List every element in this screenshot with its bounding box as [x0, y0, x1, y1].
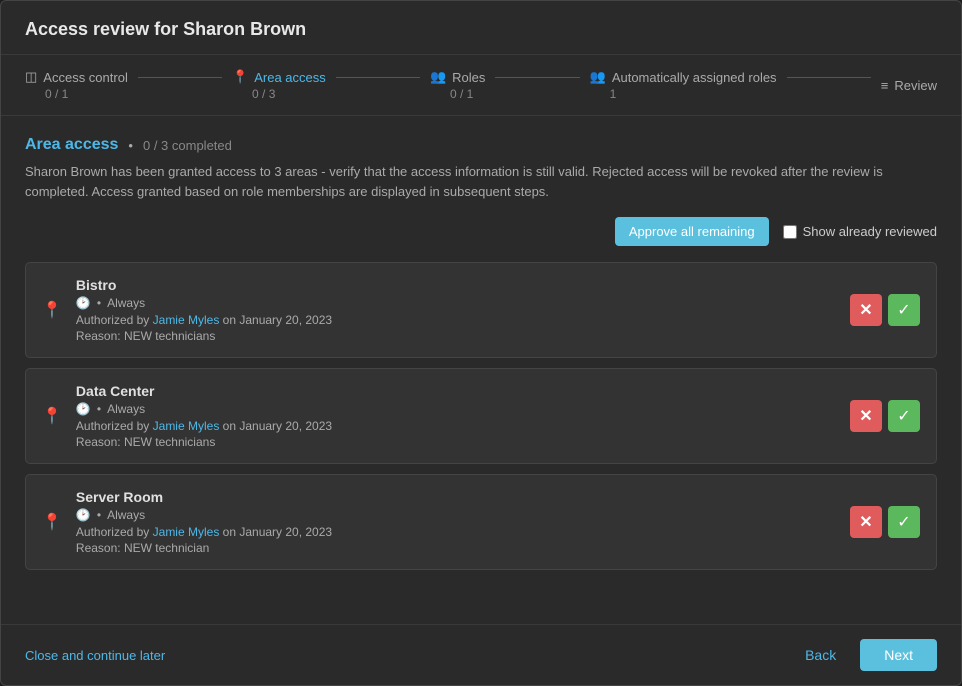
step-access-control-label: Access control — [43, 70, 128, 85]
access-item-bistro: 📍 Bistro 🕑 • Always Authorized by Jamie … — [25, 262, 937, 358]
access-item-auth-datacenter: Authorized by Jamie Myles on January 20,… — [76, 419, 836, 433]
auto-roles-icon: 👥 — [590, 69, 606, 85]
location-icon-datacenter: 📍 — [42, 406, 62, 426]
stepper: ◫ Access control 0 / 1 📍 Area access 0 /… — [1, 55, 961, 116]
area-access-icon: 📍 — [232, 69, 248, 85]
separator-dot: • — [128, 138, 133, 153]
section-title-row: Area access • 0 / 3 completed — [25, 136, 937, 154]
access-item-serverroom: 📍 Server Room 🕑 • Always Authorized by J… — [25, 474, 937, 570]
separator: • — [97, 508, 101, 522]
access-item-body-serverroom: Server Room 🕑 • Always Authorized by Jam… — [76, 489, 836, 555]
authorized-on-bistro: January 20, 2023 — [239, 313, 332, 327]
step-access-control-counter: 0 / 1 — [45, 87, 68, 101]
access-item-name-bistro: Bistro — [76, 277, 836, 293]
location-icon-serverroom: 📍 — [42, 512, 62, 532]
step-review[interactable]: ≡ Review — [881, 78, 937, 93]
step-line-3 — [495, 77, 579, 78]
step-area-access-label: Area access — [254, 70, 326, 85]
approve-button-bistro[interactable]: ✓ — [888, 294, 920, 326]
modal-title: Access review for Sharon Brown — [25, 19, 937, 40]
modal: Access review for Sharon Brown ◫ Access … — [0, 0, 962, 686]
show-reviewed-checkbox[interactable] — [783, 225, 797, 239]
location-icon-bistro: 📍 — [42, 300, 62, 320]
authorized-on-datacenter: January 20, 2023 — [239, 419, 332, 433]
approve-button-serverroom[interactable]: ✓ — [888, 506, 920, 538]
access-item-meta-bistro: 🕑 • Always — [76, 296, 836, 310]
review-icon: ≡ — [881, 78, 889, 93]
step-area-access[interactable]: 📍 Area access 0 / 3 — [232, 69, 326, 101]
roles-icon: 👥 — [430, 69, 446, 85]
clock-icon-bistro: 🕑 — [76, 296, 91, 310]
approve-remaining-button[interactable]: Approve all remaining — [615, 217, 769, 246]
modal-footer: Close and continue later Back Next — [1, 624, 961, 685]
reject-button-datacenter[interactable]: ✕ — [850, 400, 882, 432]
access-item-meta-serverroom: 🕑 • Always — [76, 508, 836, 522]
access-item-body-bistro: Bistro 🕑 • Always Authorized by Jamie My… — [76, 277, 836, 343]
access-item-auth-serverroom: Authorized by Jamie Myles on January 20,… — [76, 525, 836, 539]
separator: • — [97, 296, 101, 310]
step-area-access-counter: 0 / 3 — [252, 87, 275, 101]
step-review-label: Review — [894, 78, 937, 93]
approve-button-datacenter[interactable]: ✓ — [888, 400, 920, 432]
step-roles-counter: 0 / 1 — [450, 87, 473, 101]
access-item-body-datacenter: Data Center 🕑 • Always Authorized by Jam… — [76, 383, 836, 449]
access-item-reason-datacenter: Reason: NEW technicians — [76, 435, 836, 449]
controls-row: Approve all remaining Show already revie… — [25, 217, 937, 246]
step-roles[interactable]: 👥 Roles 0 / 1 — [430, 69, 485, 101]
always-text-datacenter: Always — [107, 402, 145, 416]
reject-button-serverroom[interactable]: ✕ — [850, 506, 882, 538]
back-button[interactable]: Back — [791, 639, 850, 671]
step-roles-label: Roles — [452, 70, 485, 85]
footer-right: Back Next — [791, 639, 937, 671]
access-item-name-datacenter: Data Center — [76, 383, 836, 399]
action-buttons-bistro: ✕ ✓ — [850, 294, 920, 326]
authorized-on-serverroom: January 20, 2023 — [239, 525, 332, 539]
access-item-reason-bistro: Reason: NEW technicians — [76, 329, 836, 343]
access-item-name-serverroom: Server Room — [76, 489, 836, 505]
step-line-2 — [336, 77, 420, 78]
main-content: Area access • 0 / 3 completed Sharon Bro… — [1, 116, 961, 624]
access-item-datacenter: 📍 Data Center 🕑 • Always Authorized by J… — [25, 368, 937, 464]
section-progress: 0 / 3 completed — [143, 138, 232, 153]
section-title-text: Area access — [25, 136, 118, 154]
step-line-4 — [787, 77, 871, 78]
close-later-button[interactable]: Close and continue later — [25, 648, 165, 663]
section-description: Sharon Brown has been granted access to … — [25, 162, 937, 201]
modal-header: Access review for Sharon Brown — [1, 1, 961, 55]
show-reviewed-text: Show already reviewed — [803, 224, 937, 239]
next-button[interactable]: Next — [860, 639, 937, 671]
access-item-reason-serverroom: Reason: NEW technician — [76, 541, 836, 555]
step-line-1 — [138, 77, 222, 78]
step-access-control[interactable]: ◫ Access control 0 / 1 — [25, 69, 128, 101]
step-auto-roles-label: Automatically assigned roles — [612, 70, 777, 85]
reject-button-bistro[interactable]: ✕ — [850, 294, 882, 326]
step-auto-roles[interactable]: 👥 Automatically assigned roles 1 — [590, 69, 777, 101]
authorized-by-datacenter[interactable]: Jamie Myles — [153, 419, 220, 433]
authorized-by-serverroom[interactable]: Jamie Myles — [153, 525, 220, 539]
action-buttons-serverroom: ✕ ✓ — [850, 506, 920, 538]
action-buttons-datacenter: ✕ ✓ — [850, 400, 920, 432]
always-text-serverroom: Always — [107, 508, 145, 522]
authorized-by-bistro[interactable]: Jamie Myles — [153, 313, 220, 327]
access-control-icon: ◫ — [25, 69, 37, 85]
access-item-meta-datacenter: 🕑 • Always — [76, 402, 836, 416]
step-auto-roles-counter: 1 — [610, 87, 617, 101]
always-text-bistro: Always — [107, 296, 145, 310]
access-item-auth-bistro: Authorized by Jamie Myles on January 20,… — [76, 313, 836, 327]
clock-icon-datacenter: 🕑 — [76, 402, 91, 416]
separator: • — [97, 402, 101, 416]
show-reviewed-label[interactable]: Show already reviewed — [783, 224, 937, 239]
clock-icon-serverroom: 🕑 — [76, 508, 91, 522]
